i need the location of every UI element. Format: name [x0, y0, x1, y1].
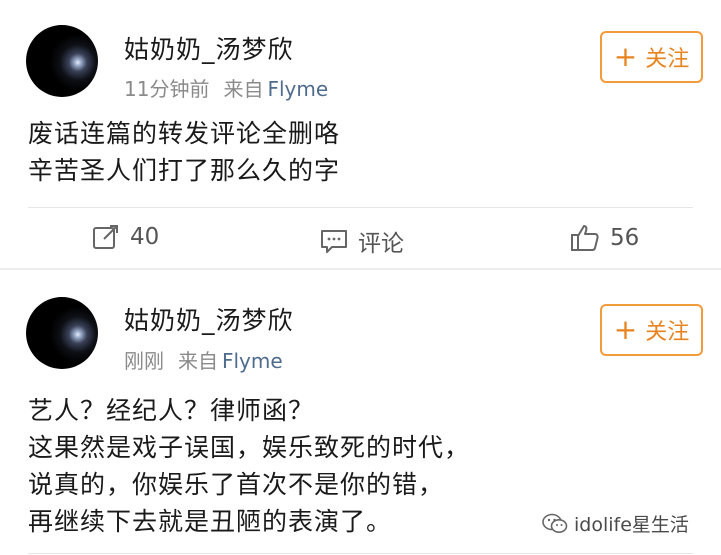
source-prefix: 来自	[178, 349, 218, 373]
plus-icon: +	[613, 313, 638, 346]
comment-icon	[321, 230, 347, 253]
divider	[28, 207, 693, 208]
repost-count: 40	[130, 224, 160, 250]
post-content: 废话连篇的转发评论全删咯 辛苦圣人们打了那么久的字	[28, 115, 340, 189]
repost-icon	[93, 225, 118, 249]
wechat-icon	[542, 513, 568, 533]
content-line: 废话连篇的转发评论全删咯	[28, 119, 341, 148]
watermark: idolife星生活	[542, 510, 689, 537]
avatar[interactable]	[26, 25, 98, 97]
source-app-link[interactable]: Flyme	[222, 349, 283, 373]
comment-label: 评论	[358, 231, 404, 257]
watermark-text: idolife星生活	[574, 514, 689, 536]
source-prefix: 来自	[223, 77, 264, 101]
content-line: 说真的，你娱乐了首次不是你的错，	[28, 470, 445, 499]
content-line: 辛苦圣人们打了那么久的字	[28, 156, 341, 185]
content-line: 艺人？经纪人？律师函？	[28, 396, 315, 425]
avatar[interactable]	[26, 297, 98, 369]
post-card: 姑奶奶_汤梦欣 11分钟前 来自 Flyme + 关注 废话连篇的转发评论全删咯 辛…	[0, 0, 721, 270]
divider	[28, 553, 693, 554]
like-button[interactable]: 56	[570, 224, 639, 252]
like-count: 56	[610, 225, 640, 251]
follow-button[interactable]: + 关注	[600, 31, 703, 83]
post-content: 艺人？经纪人？律师函？ 这果然是戏子误国，娱乐致死的时代， 说真的，你娱乐了首次…	[28, 392, 470, 540]
username[interactable]: 姑奶奶_汤梦欣	[124, 30, 294, 66]
like-icon	[571, 225, 599, 251]
content-line: 这果然是戏子误国，娱乐致死的时代，	[28, 433, 471, 462]
content-line: 再继续下去就是丑陋的表演了。	[28, 507, 393, 536]
follow-label: 关注	[645, 320, 690, 345]
action-bar: 40 评论 56	[0, 210, 721, 268]
comment-button[interactable]: 评论	[320, 224, 404, 258]
follow-label: 关注	[645, 47, 690, 72]
repost-button[interactable]: 40	[92, 224, 159, 250]
username[interactable]: 姑奶奶_汤梦欣	[124, 301, 294, 337]
plus-icon: +	[613, 40, 638, 73]
source-app-link[interactable]: Flyme	[267, 77, 328, 101]
post-time: 刚刚	[124, 349, 164, 373]
post-meta: 刚刚 来自 Flyme	[124, 345, 283, 374]
follow-button[interactable]: + 关注	[600, 304, 703, 356]
post-time: 11分钟前	[124, 77, 210, 101]
post-meta: 11分钟前 来自 Flyme	[124, 73, 328, 102]
